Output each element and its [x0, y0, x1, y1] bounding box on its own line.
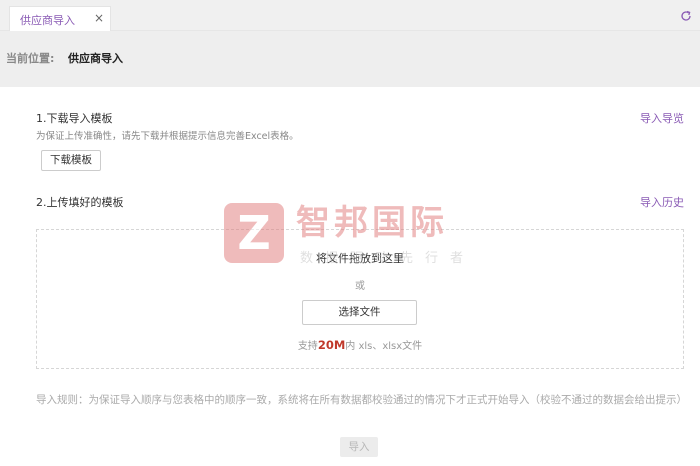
import-rules-text: 导入规则：为保证导入顺序与您表格中的顺序一致，系统将在所有数据都校验通过的情况下…: [36, 394, 687, 406]
breadcrumb-current: 供应商导入: [68, 52, 123, 65]
import-button[interactable]: 导入: [340, 437, 378, 457]
section-download-title: 1.下载导入模板: [36, 112, 113, 125]
close-icon[interactable]: ×: [94, 11, 104, 25]
section-download-description: 为保证上传准确性，请先下载并根据提示信息完善Excel表格。: [36, 131, 299, 142]
tab-supplier-import[interactable]: 供应商导入 ×: [9, 6, 111, 31]
support-prefix: 支持: [297, 341, 318, 352]
support-suffix: 内 xls、xlsx文件: [345, 341, 423, 352]
download-template-button[interactable]: 下载模板: [41, 150, 101, 171]
tab-bar: 供应商导入 ×: [0, 0, 700, 31]
breadcrumb-label: 当前位置:: [6, 52, 55, 65]
section-upload-title: 2.上传填好的模板: [36, 196, 124, 209]
dropzone-or-text: 或: [355, 281, 365, 292]
breadcrumb: 当前位置: 供应商导入: [0, 31, 700, 87]
choose-file-button[interactable]: 选择文件: [302, 300, 417, 325]
refresh-icon[interactable]: [680, 10, 692, 22]
import-history-link[interactable]: 导入历史: [640, 194, 684, 210]
dropzone-support-text: 支持20M内 xls、xlsx文件: [37, 337, 683, 352]
import-guide-link[interactable]: 导入导览: [640, 110, 684, 126]
support-size: 20M: [317, 338, 346, 352]
file-dropzone[interactable]: 将文件拖放到这里 或 选择文件 支持20M内 xls、xlsx文件: [36, 229, 684, 369]
tab-label: 供应商导入: [20, 14, 75, 27]
dropzone-drag-text: 将文件拖放到这里: [316, 252, 404, 265]
